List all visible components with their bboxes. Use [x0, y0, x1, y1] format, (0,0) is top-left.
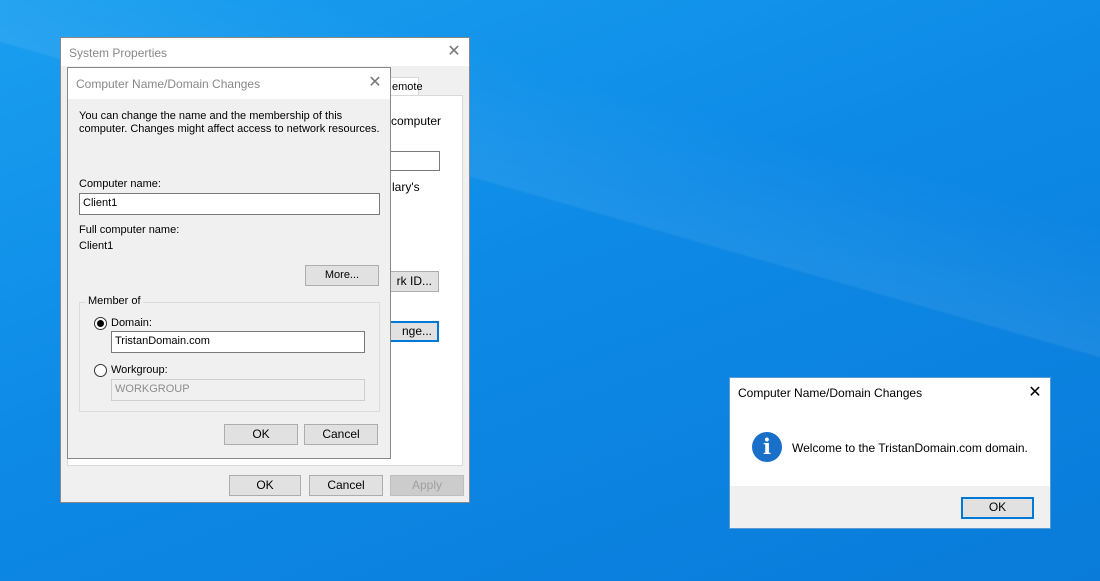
close-icon[interactable]: ✕ — [445, 43, 463, 61]
message-box-title: Computer Name/Domain Changes — [738, 386, 923, 400]
domain-radio[interactable] — [94, 317, 107, 330]
apply-button[interactable]: Apply — [390, 475, 464, 496]
ok-button[interactable]: OK — [961, 497, 1034, 519]
info-icon: i — [752, 432, 782, 462]
network-id-label: rk ID... — [396, 274, 432, 288]
full-name-label: Full computer name: — [79, 224, 180, 236]
computer-name-dialog: Computer Name/Domain Changes ✕ You can c… — [67, 67, 391, 459]
title-bar: Computer Name/Domain Changes ✕ — [730, 378, 1050, 408]
title-bar: System Properties ✕ — [61, 38, 469, 66]
network-id-button[interactable]: rk ID... — [386, 271, 439, 292]
ok-button[interactable]: OK — [229, 475, 301, 496]
cancel-button[interactable]: Cancel — [304, 424, 378, 445]
more-button[interactable]: More... — [305, 265, 379, 286]
workgroup-input[interactable]: WORKGROUP — [111, 379, 365, 401]
computer-description-field[interactable] — [388, 151, 440, 171]
change-label: nge... — [401, 324, 432, 338]
member-of-group: Member of Domain: TristanDomain.com Work… — [79, 295, 380, 412]
close-icon[interactable]: ✕ — [1026, 384, 1044, 402]
window-title: System Properties — [69, 46, 168, 60]
member-of-label: Member of — [86, 295, 143, 307]
ok-button[interactable]: OK — [224, 424, 298, 445]
domain-input[interactable]: TristanDomain.com — [111, 331, 365, 353]
computer-name-label: Computer name: — [79, 178, 161, 190]
computer-name-input[interactable]: Client1 — [79, 193, 380, 215]
close-icon[interactable]: ✕ — [366, 74, 384, 92]
welcome-message-box: Computer Name/Domain Changes ✕ i Welcome… — [729, 377, 1051, 529]
description-fragment: computer — [391, 114, 442, 128]
workgroup-label: Workgroup: — [111, 364, 168, 376]
description-text: You can change the name and the membersh… — [79, 110, 380, 135]
cancel-button[interactable]: Cancel — [309, 475, 383, 496]
domain-label: Domain: — [111, 317, 152, 329]
example-fragment: lary's — [392, 180, 420, 194]
change-button[interactable]: nge... — [386, 321, 439, 342]
title-bar: Computer Name/Domain Changes ✕ — [68, 68, 390, 99]
button-bar: OK — [730, 486, 1050, 528]
message-text: Welcome to the TristanDomain.com domain. — [792, 441, 1028, 455]
tab-remote-label: emote — [392, 81, 423, 93]
workgroup-radio[interactable] — [94, 364, 107, 377]
dialog-title: Computer Name/Domain Changes — [76, 77, 261, 91]
full-name-value: Client1 — [79, 240, 114, 252]
